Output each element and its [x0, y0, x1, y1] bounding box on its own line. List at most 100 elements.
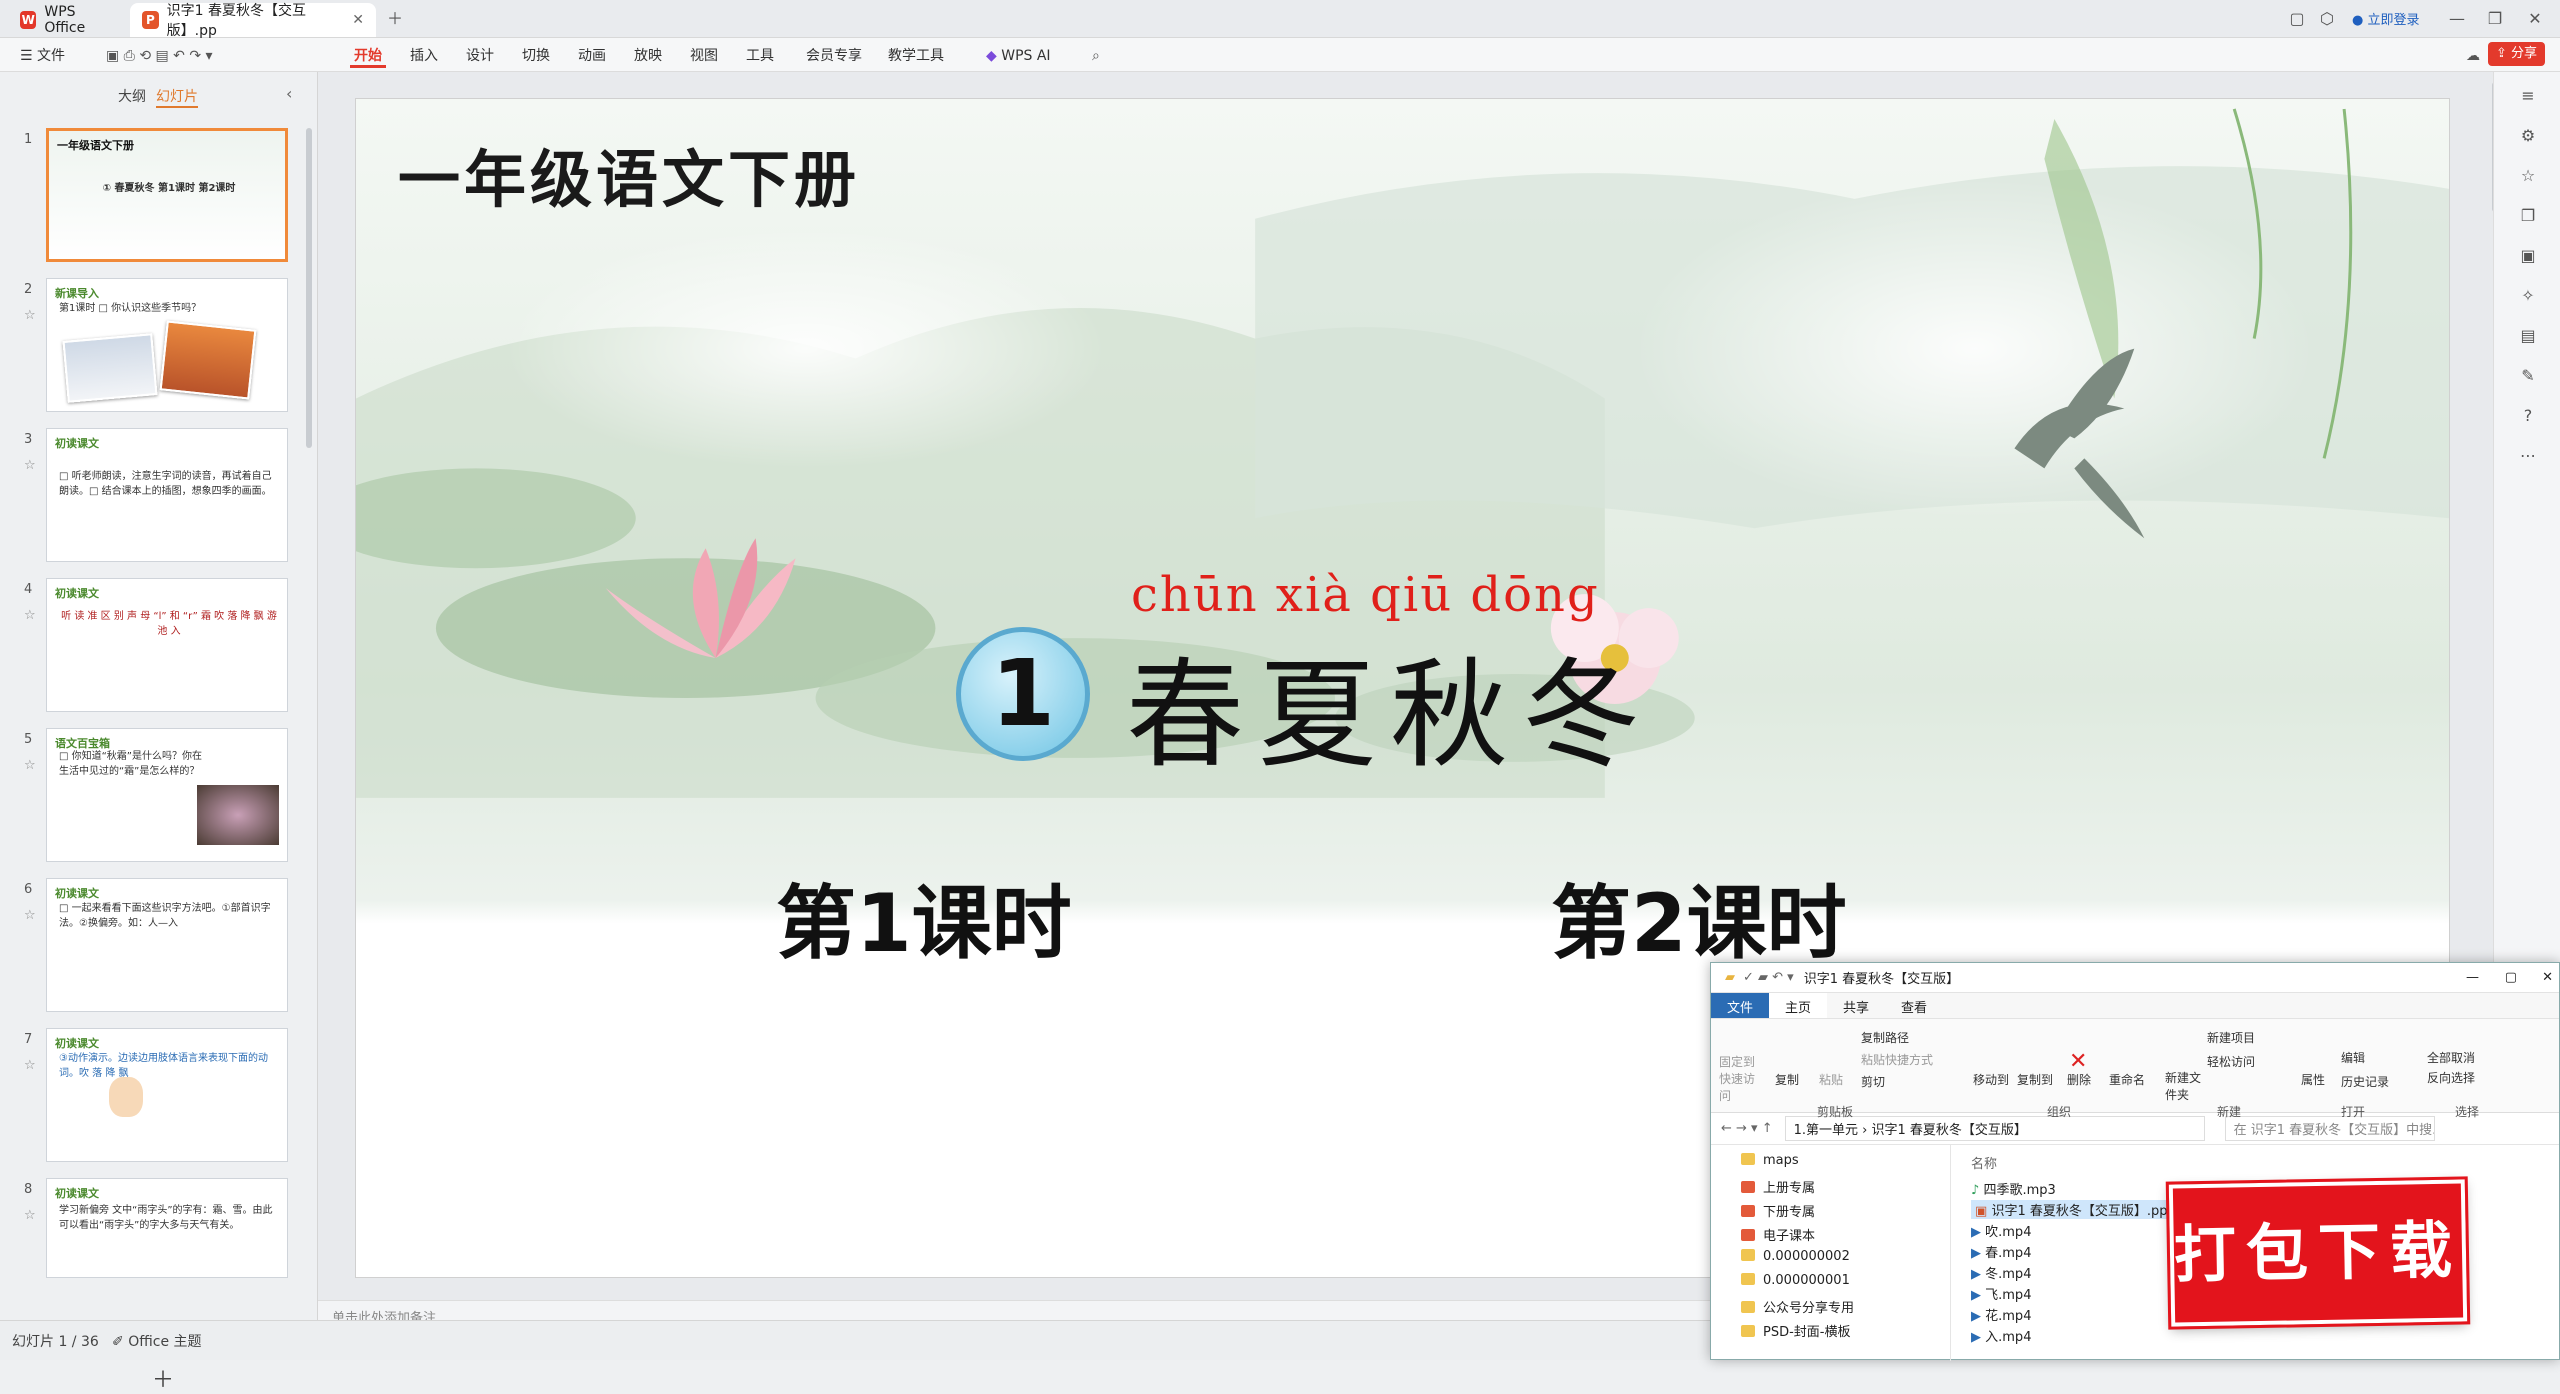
menu-view[interactable]: 视图: [686, 44, 722, 68]
more-icon[interactable]: ≡: [2516, 84, 2540, 108]
new-tab-icon[interactable]: ＋: [384, 8, 406, 30]
file-item[interactable]: ▶ 冬.mp4: [1971, 1263, 2031, 1282]
help-icon[interactable]: ?: [2516, 404, 2540, 428]
nav-arrows-icon[interactable]: ← → ▾ ↑: [1721, 1121, 1773, 1136]
file-item[interactable]: ▶ 春.mp4: [1971, 1242, 2031, 1261]
nav-item[interactable]: 下册专属: [1741, 1201, 1815, 1220]
close-icon[interactable]: ✕: [2542, 970, 2553, 985]
star-icon[interactable]: ☆: [24, 758, 36, 773]
minimize-icon[interactable]: —: [2466, 970, 2479, 985]
pin-quick-access-button[interactable]: 固定到快速访问: [1719, 1053, 1759, 1104]
theme-status[interactable]: ✐ Office 主题: [112, 1331, 202, 1351]
ribbon-tab-home[interactable]: 主页: [1769, 993, 1828, 1018]
thumbnail-row[interactable]: 5 ☆ 语文百宝箱 □ 你知道“秋霜”是什么吗？你在生活中见过的“霜”是怎么样的…: [0, 728, 310, 868]
tab-document[interactable]: P 识字1 春夏秋冬【交互版】.pp ✕: [130, 3, 376, 39]
nav-item[interactable]: PSD-封面-横板: [1741, 1321, 1850, 1340]
menu-member[interactable]: 会员专享: [802, 44, 866, 68]
slide-thumbnail-3[interactable]: 初读课文 □ 听老师朗读，注意生字词的读音，再试着自己朗读。□ 结合课本上的插图…: [46, 428, 288, 562]
slide-thumbnail-2[interactable]: 新课导入 第1课时 □ 你认识这些季节吗？: [46, 278, 288, 412]
tab-slides[interactable]: 幻灯片: [156, 86, 198, 108]
period-2-link[interactable]: 第2课时: [1551, 859, 1847, 975]
paste-shortcut-button[interactable]: 粘贴快捷方式: [1861, 1051, 1933, 1068]
login-button[interactable]: ● 立即登录: [2352, 9, 2420, 28]
ribbon-tab-file[interactable]: 文件: [1711, 993, 1770, 1018]
magic-icon[interactable]: ✧: [2516, 284, 2540, 308]
nav-item[interactable]: 上册专属: [1741, 1177, 1815, 1196]
move-to-button[interactable]: 移动到: [1973, 1071, 2009, 1088]
file-item-selected[interactable]: ▣ 识字1 春夏秋冬【交互版】.pp: [1971, 1200, 2172, 1219]
copy-icon[interactable]: ❐: [2516, 204, 2540, 228]
star-icon[interactable]: ☆: [24, 1058, 36, 1073]
lesson-number-badge[interactable]: 1: [956, 627, 1090, 761]
period-1-link[interactable]: 第1课时: [776, 859, 1072, 975]
nav-item[interactable]: maps: [1741, 1153, 1799, 1168]
rename-button[interactable]: 重命名: [2109, 1071, 2145, 1088]
thumbnail-row[interactable]: 2 ☆ 新课导入 第1课时 □ 你认识这些季节吗？: [0, 278, 310, 418]
copy-to-button[interactable]: 复制到: [2017, 1071, 2053, 1088]
restore-icon[interactable]: ❐: [2484, 8, 2506, 30]
thumbnail-row[interactable]: 8 ☆ 初读课文 学习新偏旁 文中“雨字头”的字有：霜、雪。由此可以看出“雨字头…: [0, 1178, 310, 1318]
maximize-icon[interactable]: ▢: [2505, 970, 2517, 985]
menu-wps-ai[interactable]: ◆ WPS AI: [982, 44, 1055, 68]
image-icon[interactable]: ▣: [2516, 244, 2540, 268]
menu-animation[interactable]: 动画: [574, 44, 610, 68]
menu-insert[interactable]: 插入: [406, 44, 442, 68]
thumbnail-row[interactable]: 1 一年级语文下册 ① 春夏秋冬 第1课时 第2课时: [0, 128, 310, 268]
easy-access-button[interactable]: 轻松访问: [2207, 1053, 2255, 1070]
cube-icon[interactable]: ⬡: [2316, 8, 2338, 30]
star-icon[interactable]: ☆: [24, 908, 36, 923]
history-button[interactable]: 历史记录: [2341, 1073, 2389, 1090]
thumbnail-row[interactable]: 7 ☆ 初读课文 ③动作演示。边读边用肢体语言来表现下面的动词。吹 落 降 飘: [0, 1028, 310, 1168]
paste-button[interactable]: 粘贴: [1819, 1071, 1843, 1088]
star-icon[interactable]: ☆: [24, 1208, 36, 1223]
cut-button[interactable]: 剪切: [1861, 1073, 1885, 1090]
add-slide-button[interactable]: ＋: [152, 1362, 174, 1394]
file-item[interactable]: ▶ 花.mp4: [1971, 1305, 2031, 1324]
slide-thumbnail-4[interactable]: 初读课文 听 读 准 区 别 声 母 “l” 和 “r” 霜 吹 落 降 飘 游…: [46, 578, 288, 712]
slide-thumbnail-7[interactable]: 初读课文 ③动作演示。边读边用肢体语言来表现下面的动词。吹 落 降 飘: [46, 1028, 288, 1162]
menu-design[interactable]: 设计: [462, 44, 498, 68]
close-tab-icon[interactable]: ✕: [352, 12, 364, 28]
quick-toolbar-icons[interactable]: ✓ ▰ ↶ ▾: [1743, 970, 1794, 985]
column-header-name[interactable]: 名称: [1971, 1153, 1997, 1172]
edit-icon[interactable]: ✎: [2516, 364, 2540, 388]
menu-teaching-tools[interactable]: 教学工具: [884, 44, 948, 68]
new-folder-button[interactable]: 新建文件夹: [2165, 1069, 2201, 1103]
nav-item[interactable]: 0.000000002: [1741, 1249, 1850, 1264]
copy-button[interactable]: 复制: [1775, 1071, 1799, 1088]
minimize-icon[interactable]: —: [2446, 8, 2468, 30]
quick-access-icons[interactable]: ▣ ⎙ ⟲ ▤ ↶ ↷ ▾: [102, 44, 217, 68]
nav-item[interactable]: 公众号分享专用: [1741, 1297, 1854, 1316]
menu-file[interactable]: ☰ 文件: [16, 44, 69, 68]
ribbon-tab-view[interactable]: 查看: [1885, 993, 1943, 1018]
menu-slideshow[interactable]: 放映: [630, 44, 666, 68]
properties-button[interactable]: 属性: [2301, 1071, 2325, 1088]
file-item[interactable]: ▶ 飞.mp4: [1971, 1284, 2031, 1303]
menu-transition[interactable]: 切换: [518, 44, 554, 68]
lesson-pinyin[interactable]: chūn xià qiū dōng: [1131, 567, 1600, 623]
slide-thumbnail-5[interactable]: 语文百宝箱 □ 你知道“秋霜”是什么吗？你在生活中见过的“霜”是怎么样的？: [46, 728, 288, 862]
download-package-badge[interactable]: 打包下载: [2165, 1176, 2471, 1330]
thumbnail-row[interactable]: 4 ☆ 初读课文 听 读 准 区 别 声 母 “l” 和 “r” 霜 吹 落 降…: [0, 578, 310, 718]
nav-item[interactable]: 电子课本: [1741, 1225, 1815, 1244]
tab-outline[interactable]: 大纲: [118, 86, 146, 106]
file-item[interactable]: ▶ 入.mp4: [1971, 1326, 2031, 1345]
slide-thumbnail-8[interactable]: 初读课文 学习新偏旁 文中“雨字头”的字有：霜、雪。由此可以看出“雨字头”的字大…: [46, 1178, 288, 1278]
menu-tools[interactable]: 工具: [742, 44, 778, 68]
nav-item[interactable]: 0.000000001: [1741, 1273, 1850, 1288]
search-icon[interactable]: ⌕: [1088, 44, 1104, 68]
select-none-button[interactable]: 全部取消: [2427, 1049, 2475, 1066]
star-icon[interactable]: ☆: [24, 308, 36, 323]
slide-heading[interactable]: 一年级语文下册: [398, 129, 860, 219]
cloud-icon[interactable]: ☁: [2462, 44, 2484, 68]
ellipsis-icon[interactable]: ⋯: [2516, 444, 2540, 468]
file-item[interactable]: ▶ 吹.mp4: [1971, 1221, 2031, 1240]
slide-thumbnail-6[interactable]: 初读课文 □ 一起来看看下面这些识字方法吧。①部首识字法。②换偏旁。如：人—入: [46, 878, 288, 1012]
delete-button[interactable]: 删除: [2067, 1071, 2091, 1088]
share-button[interactable]: ⇪ 分享: [2488, 42, 2546, 66]
star-icon[interactable]: ☆: [24, 458, 36, 473]
star-icon[interactable]: ☆: [24, 608, 36, 623]
thumbnail-row[interactable]: 6 ☆ 初读课文 □ 一起来看看下面这些识字方法吧。①部首识字法。②换偏旁。如：…: [0, 878, 310, 1018]
search-box[interactable]: 在 识字1 春夏秋冬【交互版】中搜...: [2224, 1116, 2435, 1141]
copy-path-button[interactable]: 复制路径: [1861, 1029, 1909, 1046]
